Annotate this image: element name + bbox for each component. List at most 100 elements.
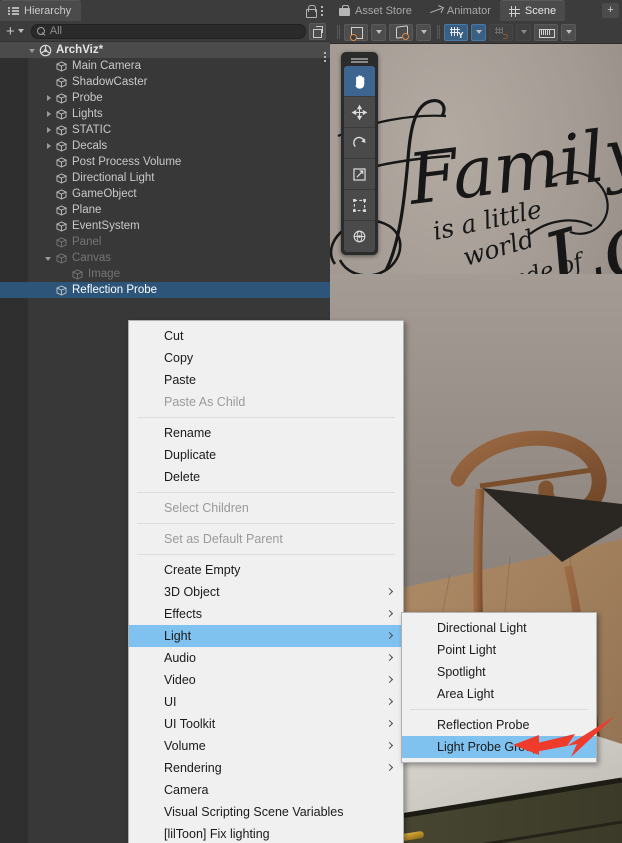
submenu-item-light-probe-group[interactable]: Light Probe Group xyxy=(402,736,596,758)
search-field[interactable] xyxy=(30,23,306,39)
lock-icon[interactable] xyxy=(305,4,317,18)
chevron-right-icon xyxy=(387,676,392,684)
pivot-mode-dropdown[interactable] xyxy=(371,23,386,41)
animator-icon xyxy=(430,5,442,16)
rect-tool[interactable] xyxy=(344,190,375,221)
submenu-item-reflection-probe[interactable]: Reflection Probe xyxy=(402,714,596,736)
menu-item-label: Light Probe Group xyxy=(437,740,540,754)
menu-item-rendering[interactable]: Rendering xyxy=(129,757,403,779)
scale-tool[interactable] xyxy=(344,159,375,190)
tab-asset-store[interactable]: Asset Store xyxy=(330,0,421,21)
menu-item-label: Video xyxy=(164,673,196,687)
hierarchy-item-archviz[interactable]: ArchViz* xyxy=(0,42,330,58)
open-in-new-window-button[interactable] xyxy=(309,22,326,40)
submenu-item-spotlight[interactable]: Spotlight xyxy=(402,661,596,683)
hierarchy-context-menu[interactable]: Cut Copy Paste Paste As Child Rename Duplicat… xyxy=(128,320,404,843)
menu-item-paste[interactable]: Paste xyxy=(129,369,403,391)
handle-space-dropdown[interactable] xyxy=(416,23,431,41)
scale-icon xyxy=(353,167,366,181)
hierarchy-item-directional-light[interactable]: Directional Light xyxy=(0,170,330,186)
tab-animator[interactable]: Animator xyxy=(421,0,500,21)
expand-arrow-closed-icon[interactable] xyxy=(44,109,55,120)
expand-arrow-closed-icon[interactable] xyxy=(44,141,55,152)
menu-item-light[interactable]: Light xyxy=(129,625,403,647)
menu-item-ui[interactable]: UI xyxy=(129,691,403,713)
handle-space-button[interactable] xyxy=(389,23,413,41)
hierarchy-item-probe[interactable]: Probe xyxy=(0,90,330,106)
expand-arrow-closed-icon[interactable] xyxy=(44,125,55,136)
hierarchy-item-gameobject[interactable]: GameObject xyxy=(0,186,330,202)
chevron-down-icon xyxy=(420,30,427,34)
expand-arrow-closed-icon[interactable] xyxy=(44,93,55,104)
ruler-tool-button[interactable] xyxy=(534,23,558,41)
grid-snapping-dropdown[interactable] xyxy=(471,23,486,41)
hierarchy-item-image[interactable]: Image xyxy=(0,266,330,282)
rotate-tool[interactable] xyxy=(344,128,375,159)
menu-item-delete[interactable]: Delete xyxy=(129,466,403,488)
hierarchy-item-label: Canvas xyxy=(72,252,111,264)
menu-item-visual-scripting-scene-variables[interactable]: Visual Scripting Scene Variables xyxy=(129,801,403,823)
menu-item-audio[interactable]: Audio xyxy=(129,647,403,669)
transform-tool[interactable] xyxy=(344,221,375,252)
menu-item-camera[interactable]: Camera xyxy=(129,779,403,801)
menu-item-paste-as-child: Paste As Child xyxy=(129,391,403,413)
gameobject-cube-icon xyxy=(56,124,67,136)
gameobject-cube-icon xyxy=(56,60,67,72)
hierarchy-item-plane[interactable]: Plane xyxy=(0,202,330,218)
tab-scene[interactable]: Scene xyxy=(499,0,566,21)
create-gameobject-button[interactable]: + xyxy=(4,23,28,40)
tab-animator-label: Animator xyxy=(446,4,491,17)
grid-snapping-button[interactable]: Y xyxy=(444,23,468,41)
hierarchy-item-canvas[interactable]: Canvas xyxy=(0,250,330,266)
plus-icon: + xyxy=(6,22,15,40)
menu-item-duplicate[interactable]: Duplicate xyxy=(129,444,403,466)
kebab-menu-icon[interactable] xyxy=(320,4,324,18)
menu-item-label: Rename xyxy=(164,426,212,440)
menu-item-volume[interactable]: Volume xyxy=(129,735,403,757)
menu-item-cut[interactable]: Cut xyxy=(129,325,403,347)
hierarchy-item-static[interactable]: STATIC xyxy=(0,122,330,138)
submenu-item-area-light[interactable]: Area Light xyxy=(402,683,596,705)
hierarchy-item-panel[interactable]: Panel xyxy=(0,234,330,250)
hierarchy-item-main-camera[interactable]: Main Camera xyxy=(0,58,330,74)
expand-arrow-open-icon[interactable] xyxy=(44,253,55,264)
hierarchy-item-eventsystem[interactable]: EventSystem xyxy=(0,218,330,234)
overlay-drag-handle[interactable] xyxy=(341,52,378,66)
hierarchy-item-lights[interactable]: Lights xyxy=(0,106,330,122)
menu-item-effects[interactable]: Effects xyxy=(129,603,403,625)
menu-item-create-empty[interactable]: Create Empty xyxy=(129,559,403,581)
expand-arrow-open-icon[interactable] xyxy=(28,45,39,56)
menu-item-label: Light xyxy=(164,629,192,643)
vertex-snapping-button[interactable] xyxy=(489,23,513,41)
menu-item-video[interactable]: Video xyxy=(129,669,403,691)
hierarchy-item-shadowcaster[interactable]: ShadowCaster xyxy=(0,74,330,90)
menu-item-liltoon-fix-lighting[interactable]: [lilToon] Fix lighting xyxy=(129,823,403,843)
hierarchy-item-decals[interactable]: Decals xyxy=(0,138,330,154)
light-submenu[interactable]: Directional Light Point Light Spotlight Are… xyxy=(401,612,597,763)
tab-hierarchy[interactable]: Hierarchy xyxy=(0,0,82,21)
pivot-mode-button[interactable] xyxy=(344,23,368,41)
ruler-tool-dropdown[interactable] xyxy=(561,23,576,41)
menu-item-label: Rendering xyxy=(164,761,222,775)
menu-item-label: Reflection Probe xyxy=(437,718,530,732)
hand-tool[interactable] xyxy=(344,66,375,97)
menu-item-3d-object[interactable]: 3D Object xyxy=(129,581,403,603)
move-tool[interactable] xyxy=(344,97,375,128)
submenu-item-point-light[interactable]: Point Light xyxy=(402,639,596,661)
hand-icon xyxy=(355,74,365,89)
menu-item-ui-toolkit[interactable]: UI Toolkit xyxy=(129,713,403,735)
gameobject-cube-icon xyxy=(56,140,67,152)
menu-item-rename[interactable]: Rename xyxy=(129,422,403,444)
hierarchy-item-reflection-probe[interactable]: Reflection Probe xyxy=(0,282,330,298)
row-icon-wrap xyxy=(55,92,72,105)
hierarchy-item-post-process-volume[interactable]: Post Process Volume xyxy=(0,154,330,170)
search-input[interactable] xyxy=(49,25,300,37)
menu-item-label: Delete xyxy=(164,470,201,484)
external-window-icon xyxy=(313,25,323,38)
scene-grid-icon xyxy=(508,5,520,17)
menu-item-copy[interactable]: Copy xyxy=(129,347,403,369)
add-tab-button[interactable]: + xyxy=(602,3,619,18)
vertex-snap-dropdown[interactable] xyxy=(516,23,531,41)
gameobject-cube-icon xyxy=(56,204,67,216)
submenu-item-directional-light[interactable]: Directional Light xyxy=(402,617,596,639)
